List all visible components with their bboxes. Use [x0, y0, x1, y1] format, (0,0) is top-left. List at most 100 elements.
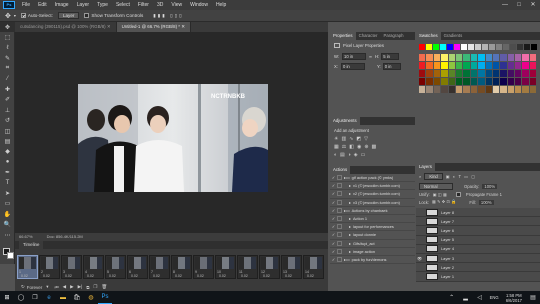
action-expand-icon[interactable]: ▸: [349, 241, 351, 246]
timeline-frame[interactable]: 3 0.02: [61, 255, 82, 279]
menu-3d[interactable]: 3D: [153, 0, 167, 10]
timeline-frame[interactable]: 4 0.02: [83, 255, 104, 279]
tab-untitled-1[interactable]: Untitled-1 @ 66.7% (RGB/8) * ✕: [116, 22, 191, 32]
auto-select-dropdown[interactable]: Layer: [57, 12, 80, 19]
swatch[interactable]: [492, 86, 500, 93]
layer-row[interactable]: Layer 7: [416, 217, 540, 227]
swatch[interactable]: [419, 44, 425, 50]
menu-select[interactable]: Select: [112, 0, 134, 10]
frame-delay[interactable]: 0.02: [153, 274, 160, 278]
menu-edit[interactable]: Edit: [34, 0, 51, 10]
timeline-frame[interactable]: 12 0.02: [259, 255, 280, 279]
swatch[interactable]: [455, 78, 463, 85]
swatch[interactable]: [500, 86, 507, 93]
action-item[interactable]: ✓ ▸▭ pack by fun/demons: [330, 256, 415, 265]
action-item[interactable]: ✓ ▸ v3 (© jewoolim.tumblr.com): [330, 199, 415, 207]
swatch[interactable]: [426, 78, 433, 85]
swatch[interactable]: [485, 54, 492, 61]
swatch[interactable]: [463, 78, 470, 85]
minimize-button[interactable]: —: [498, 0, 512, 10]
layer-row[interactable]: 👁 Layer 3: [416, 254, 540, 264]
action-dialog-toggle[interactable]: [337, 207, 342, 213]
swatch[interactable]: [500, 70, 507, 77]
tab-paragraph[interactable]: Paragraph: [380, 32, 406, 40]
swatch[interactable]: [507, 86, 515, 93]
frame-delay[interactable]: 0.02: [285, 274, 292, 278]
loop-dropdown[interactable]: Forever: [27, 285, 43, 290]
move-tool-icon[interactable]: ✥: [5, 12, 11, 20]
swatch[interactable]: [485, 86, 492, 93]
action-dialog-toggle[interactable]: [337, 256, 342, 262]
propagate-checkbox[interactable]: [455, 192, 461, 197]
swatch[interactable]: [470, 78, 478, 85]
action-dialog-toggle[interactable]: [337, 183, 342, 189]
swatch[interactable]: [515, 54, 522, 61]
swatch[interactable]: [419, 70, 426, 77]
tween-icon[interactable]: ⧉: [86, 285, 89, 290]
action-item[interactable]: ✓ ▸▭ gif action pack (© ymks): [330, 174, 415, 183]
eraser-tool-icon[interactable]: ◫: [0, 126, 15, 136]
swatch[interactable]: [500, 78, 507, 85]
action-dialog-toggle[interactable]: [337, 248, 342, 254]
store-icon[interactable]: 🛍: [70, 291, 84, 304]
show-transform-toggle[interactable]: Show Transform Controls: [84, 13, 143, 19]
align-icons[interactable]: ▮▮▮ ▯▯▯: [153, 13, 183, 19]
action-item[interactable]: ✓ ▸ layout donnie: [330, 231, 415, 240]
y-field[interactable]: 0 in: [382, 63, 401, 70]
swatch[interactable]: [433, 70, 441, 77]
visibility-eye-icon[interactable]: 👁: [416, 256, 423, 261]
tray-chevron-icon[interactable]: ⌃: [445, 291, 459, 304]
swatch[interactable]: [433, 86, 441, 93]
action-expand-icon[interactable]: ▸: [349, 191, 351, 196]
x-field[interactable]: 0 in: [340, 63, 365, 70]
frame-delay[interactable]: 0.02: [43, 274, 50, 278]
menu-view[interactable]: View: [167, 0, 186, 10]
swatch[interactable]: [500, 54, 507, 61]
timeline-frame[interactable]: 1 0.02: [17, 255, 38, 279]
clone-stamp-tool-icon[interactable]: ⊥: [0, 105, 15, 115]
swatch[interactable]: [492, 70, 500, 77]
swatch[interactable]: [454, 44, 460, 50]
action-expand-icon[interactable]: ▸: [349, 224, 351, 229]
next-frame-icon[interactable]: ▶|: [78, 284, 83, 290]
swatch[interactable]: [529, 54, 537, 61]
action-expand-icon[interactable]: ▸: [349, 200, 351, 205]
black-white-icon[interactable]: ◧: [349, 144, 354, 150]
action-check-icon[interactable]: ✓: [330, 249, 337, 254]
swatch[interactable]: [433, 44, 439, 50]
canvas-area[interactable]: NCTRNBKB: [15, 32, 328, 233]
swatch[interactable]: [433, 62, 441, 69]
swatch[interactable]: [489, 44, 495, 50]
layer-row[interactable]: Layer 1: [416, 272, 540, 282]
frame-delay[interactable]: 0.02: [65, 274, 72, 278]
duplicate-frame-icon[interactable]: ❐: [93, 284, 97, 290]
swatch[interactable]: [463, 54, 470, 61]
gradient-tool-icon[interactable]: ▤: [0, 136, 15, 146]
frame-delay[interactable]: 0.02: [263, 274, 270, 278]
action-check-icon[interactable]: ✓: [330, 191, 337, 196]
maximize-button[interactable]: □: [512, 0, 526, 10]
task-view-icon[interactable]: ❐: [28, 291, 42, 304]
eyedropper-tool-icon[interactable]: ⁄: [0, 74, 15, 84]
swatch[interactable]: [470, 54, 478, 61]
auto-select-toggle[interactable]: Auto-Select:: [20, 13, 53, 19]
tab-properties[interactable]: Properties: [330, 32, 356, 40]
show-transform-checkbox[interactable]: [84, 13, 90, 19]
swatch[interactable]: [515, 86, 522, 93]
pen-tool-icon[interactable]: ✒: [0, 167, 15, 177]
timeline-frame[interactable]: 9 0.02: [193, 255, 214, 279]
layer-row[interactable]: Layer 4: [416, 245, 540, 254]
invert-icon[interactable]: ◐: [334, 152, 337, 158]
volume-icon[interactable]: ◁: [473, 291, 487, 304]
layer-row[interactable]: Layer 2: [416, 263, 540, 273]
close-tab-icon[interactable]: ✕: [181, 24, 185, 29]
opacity-field[interactable]: 100%: [482, 184, 498, 189]
unify-icons[interactable]: ▣ ◫ ▦: [433, 192, 447, 197]
swatch[interactable]: [522, 54, 529, 61]
swatch[interactable]: [461, 44, 467, 50]
timeline-frame[interactable]: 2 0.02: [39, 255, 60, 279]
h-field[interactable]: 5 in: [381, 53, 400, 60]
swatch[interactable]: [522, 78, 529, 85]
swatch[interactable]: [500, 62, 507, 69]
swatch[interactable]: [463, 70, 470, 77]
